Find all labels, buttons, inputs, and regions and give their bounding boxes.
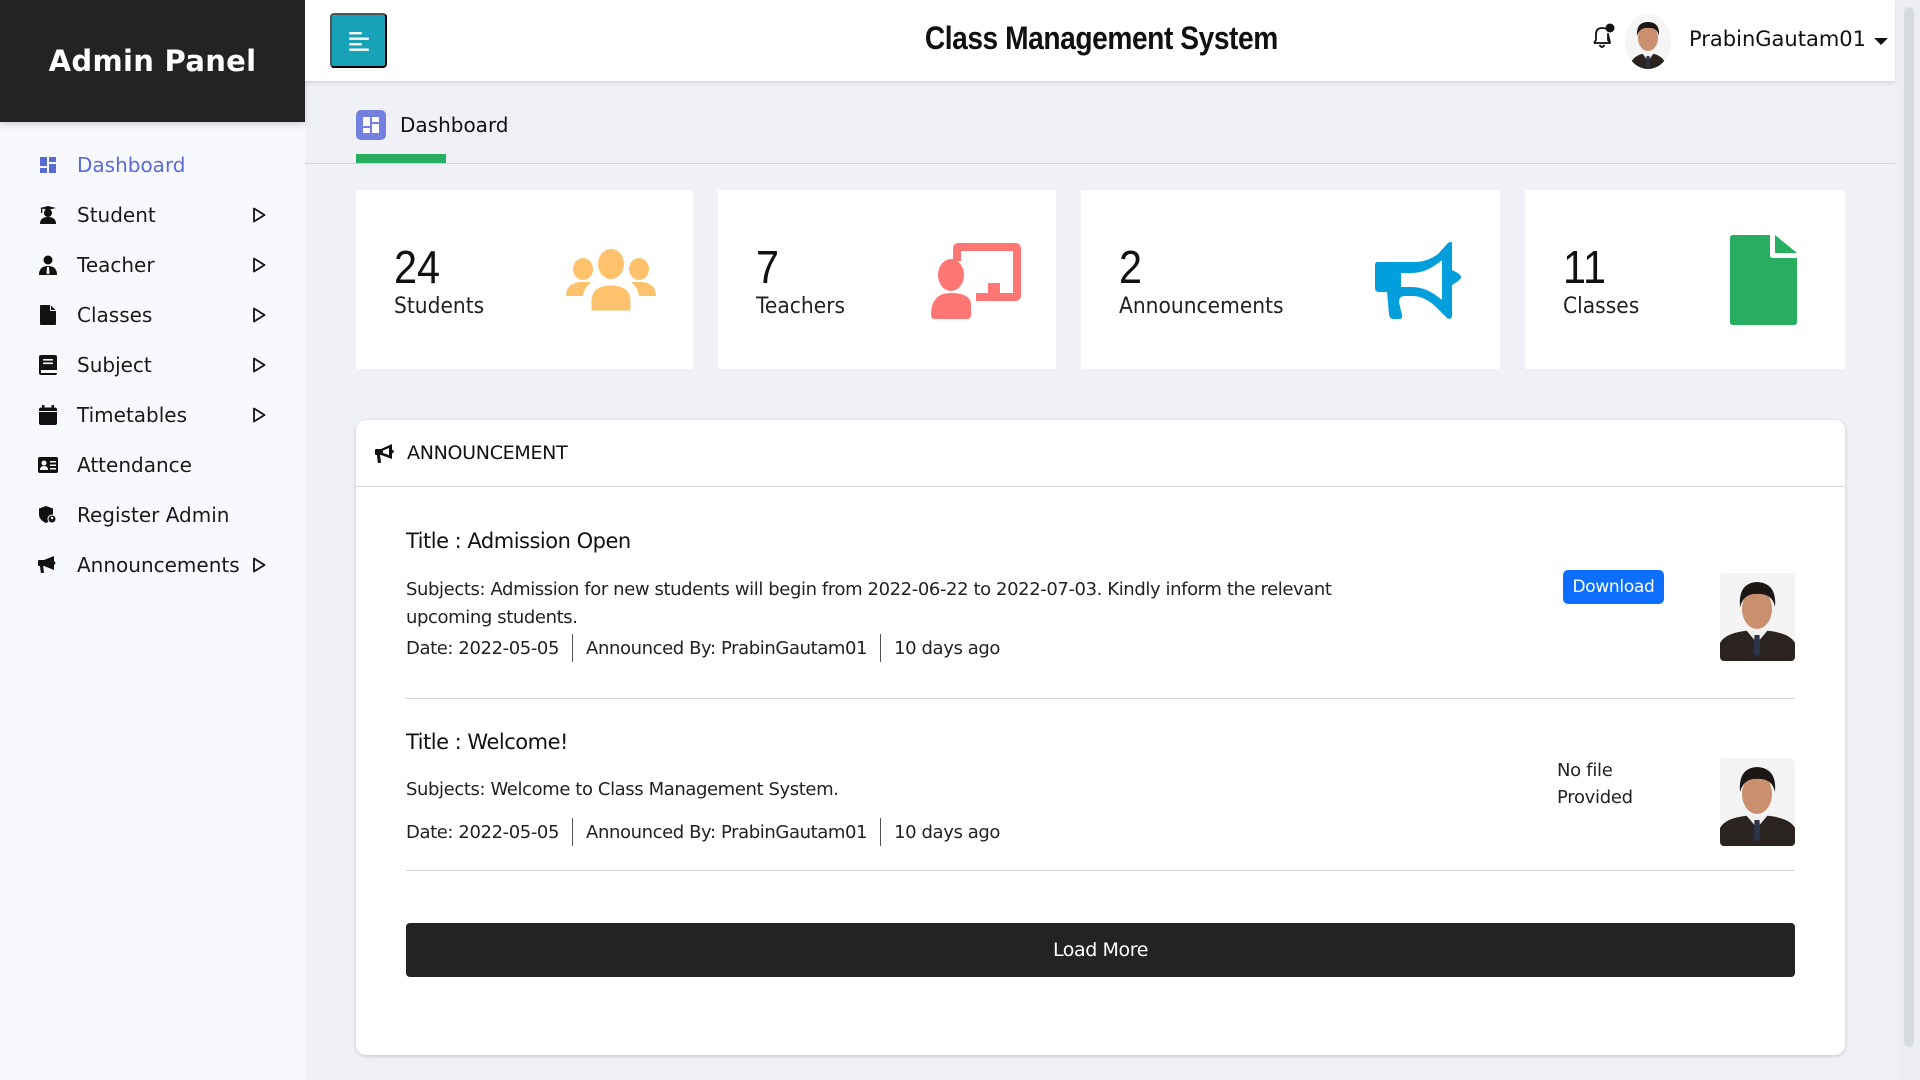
- user-tie-icon: [38, 255, 58, 275]
- sidebar-item-announcements[interactable]: Announcements: [0, 540, 305, 590]
- top-bar: Class Management System PrabinGautam01: [305, 0, 1895, 81]
- announcement-panel: ANNOUNCEMENT Title : Admission Open Subj…: [356, 420, 1845, 1055]
- sidebar-item-label: Register Admin: [77, 503, 230, 527]
- align-left-icon: [348, 31, 369, 51]
- announcement-title: Title : Admission Open: [406, 529, 631, 553]
- announcement-age: 10 days ago: [894, 637, 1001, 659]
- author-photo: [1720, 573, 1795, 661]
- chalkboard-teacher-icon: [931, 243, 1021, 319]
- stat-card-classes[interactable]: 11 Classes: [1525, 190, 1845, 369]
- sidebar-item-label: Teacher: [77, 253, 155, 277]
- sidebar-item-dashboard[interactable]: Dashboard: [0, 140, 305, 190]
- stat-label: Students: [394, 294, 485, 319]
- announcement-panel-header: ANNOUNCEMENT: [356, 420, 1845, 487]
- sidebar-item-teacher[interactable]: Teacher: [0, 240, 305, 290]
- breadcrumb: Dashboard: [356, 110, 509, 140]
- sidebar-title: Admin Panel: [48, 44, 257, 78]
- announcement-author: Announced By: PrabinGautam01: [586, 637, 868, 659]
- breadcrumb-divider: [305, 163, 1895, 164]
- stat-label: Announcements: [1119, 294, 1284, 319]
- sidebar-item-label: Subject: [77, 353, 152, 377]
- caret-down-icon[interactable]: [1874, 38, 1888, 45]
- meta-separator: [572, 634, 574, 662]
- chevron-right-icon[interactable]: [252, 307, 266, 323]
- bullhorn-icon: [1375, 241, 1461, 319]
- sidebar-item-student[interactable]: Student: [0, 190, 305, 240]
- bullhorn-icon: [38, 555, 58, 575]
- announcement-date: Date: 2022-05-05: [406, 821, 560, 843]
- breadcrumb-label: Dashboard: [400, 113, 509, 137]
- sidebar-item-label: Student: [77, 203, 156, 227]
- stat-card-teachers[interactable]: 7 Teachers: [718, 190, 1056, 369]
- sidebar-toggle-button[interactable]: [330, 13, 387, 68]
- announcement-author: Announced By: PrabinGautam01: [586, 821, 868, 843]
- bullhorn-icon: [375, 444, 394, 463]
- sidebar-item-label: Dashboard: [77, 153, 186, 177]
- user-shield-icon: [38, 505, 58, 525]
- file-icon: [1730, 235, 1797, 325]
- author-photo: [1720, 758, 1795, 846]
- stat-label: Classes: [1563, 294, 1640, 319]
- meta-separator: [572, 818, 574, 846]
- chevron-right-icon[interactable]: [252, 357, 266, 373]
- scrollbar-thumb[interactable]: [1904, 7, 1914, 1047]
- username-dropdown[interactable]: PrabinGautam01: [1689, 27, 1866, 51]
- announcement-meta: Date: 2022-05-05 Announced By: PrabinGau…: [406, 634, 1000, 662]
- graduate-icon: [38, 205, 58, 225]
- meta-separator: [880, 818, 882, 846]
- chevron-right-icon[interactable]: [252, 257, 266, 273]
- announcement-body: Subjects: Welcome to Class Management Sy…: [406, 779, 839, 800]
- chevron-right-icon[interactable]: [252, 557, 266, 573]
- sidebar-item-classes[interactable]: Classes: [0, 290, 305, 340]
- announcement-title: Title : Welcome!: [406, 730, 568, 754]
- sidebar-item-label: Timetables: [77, 403, 188, 427]
- sidebar-item-register-admin[interactable]: Register Admin: [0, 490, 305, 540]
- announcement-meta: Date: 2022-05-05 Announced By: PrabinGau…: [406, 818, 1000, 846]
- sidebar-item-label: Announcements: [77, 553, 240, 577]
- sidebar-item-subject[interactable]: Subject: [0, 340, 305, 390]
- stat-card-students[interactable]: 24 Students: [356, 190, 693, 369]
- sidebar-item-label: Attendance: [77, 453, 192, 477]
- bell-icon[interactable]: [1588, 22, 1618, 52]
- chevron-right-icon[interactable]: [252, 407, 266, 423]
- users-icon: [566, 249, 656, 312]
- stat-value: 24: [394, 241, 441, 293]
- sidebar: Admin Panel Dashboard Student Teacher Cl…: [0, 0, 305, 1080]
- calendar-icon: [38, 405, 58, 425]
- no-file-note: No file Provided: [1557, 760, 1633, 808]
- file-icon: [38, 305, 58, 325]
- user-avatar[interactable]: [1625, 14, 1671, 69]
- book-icon: [38, 355, 58, 375]
- sidebar-header: Admin Panel: [0, 0, 305, 122]
- breadcrumb-active-underline: [356, 154, 446, 163]
- announcement-item: Title : Welcome! Subjects: Welcome to Cl…: [406, 700, 1795, 871]
- chevron-right-icon[interactable]: [252, 207, 266, 223]
- sidebar-item-label: Classes: [77, 303, 153, 327]
- announcement-age: 10 days ago: [894, 821, 1001, 843]
- id-card-icon: [38, 455, 58, 475]
- meta-separator: [880, 634, 882, 662]
- page-scrollbar[interactable]: [1898, 0, 1920, 1080]
- sidebar-item-attendance[interactable]: Attendance: [0, 440, 305, 490]
- dashboard-icon: [38, 155, 58, 175]
- stat-value: 11: [1563, 241, 1606, 293]
- announcement-date: Date: 2022-05-05: [406, 637, 560, 659]
- stat-value: 7: [756, 241, 780, 293]
- announcement-item: Title : Admission Open Subjects: Admissi…: [406, 488, 1795, 699]
- stat-value: 2: [1119, 241, 1143, 293]
- announcement-body: Subjects: Admission for new students wil…: [406, 579, 1332, 628]
- announcement-panel-title: ANNOUNCEMENT: [407, 442, 568, 464]
- download-button[interactable]: Download: [1563, 570, 1664, 604]
- sidebar-nav: Dashboard Student Teacher Classes Subjec…: [0, 122, 305, 590]
- stat-card-announcements[interactable]: 2 Announcements: [1081, 190, 1500, 369]
- dashboard-icon: [356, 110, 386, 140]
- load-more-button[interactable]: Load More: [406, 923, 1795, 977]
- stat-label: Teachers: [756, 294, 846, 319]
- sidebar-item-timetables[interactable]: Timetables: [0, 390, 305, 440]
